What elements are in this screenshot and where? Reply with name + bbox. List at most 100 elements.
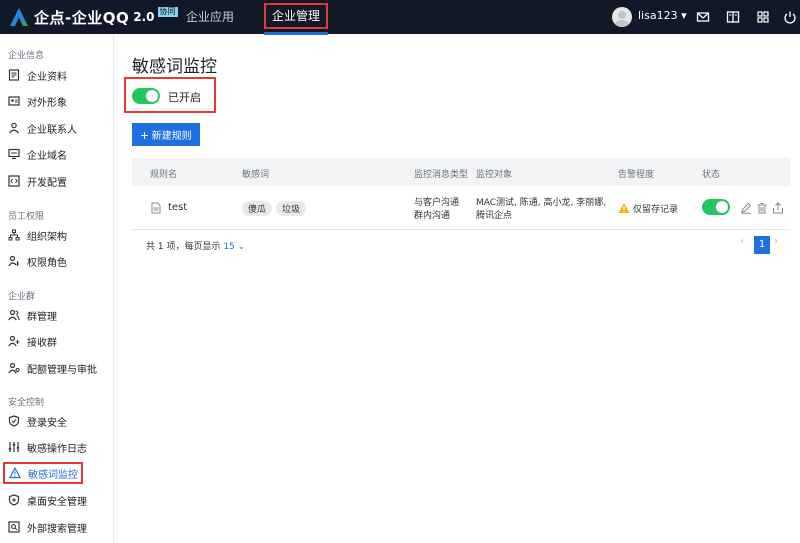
sidebar-item-public-image[interactable]: 对外形象	[4, 90, 110, 112]
plus-icon: +	[140, 126, 149, 143]
org-chart-icon	[8, 229, 20, 241]
user-avatar[interactable]	[612, 7, 632, 27]
column-header-alert-level: 告警程度	[618, 170, 655, 180]
monitor-toggle-switch[interactable]	[132, 88, 160, 104]
sensitive-word-tag: 垃圾	[276, 201, 307, 216]
search-box-icon	[8, 521, 20, 533]
chevron-down-icon: ⌄	[237, 242, 246, 252]
shield-plus-icon	[8, 494, 20, 506]
current-page-button[interactable]: 1	[754, 236, 770, 254]
app-brand-name: 企点-企业QQ	[34, 8, 130, 27]
sidebar-item-enterprise-contact[interactable]: 企业联系人	[4, 117, 110, 139]
rule-status-toggle[interactable]	[702, 199, 730, 215]
group-settings-icon	[8, 362, 20, 374]
sidebar-item-label: 开发配置	[27, 177, 67, 189]
page-size-select[interactable]: 15 ⌄	[223, 242, 245, 252]
export-icon[interactable]	[772, 202, 784, 214]
sidebar-item-label: 敏感词监控	[28, 469, 78, 481]
main-content: 敏感词监控 已开启 + 新建规则 规则名 敏感词 监控消息类型 监控对象 告警程…	[114, 34, 800, 543]
sidebar-group-title: 员工权限	[8, 212, 45, 222]
page-title: 敏感词监控	[132, 57, 217, 77]
power-icon[interactable]	[783, 10, 797, 24]
table-row[interactable]: test 傻瓜 垃圾 与客户沟通 群内沟通 MAC测试, 陈通, 高小龙, 李丽娜…	[132, 186, 790, 230]
sidebar-item-group-management[interactable]: 群管理	[4, 304, 110, 326]
next-page-icon[interactable]: ›	[774, 236, 778, 247]
monitor-target-line-1: MAC测试, 陈通, 高小龙, 李丽娜,	[476, 198, 607, 208]
top-nav: 企业应用 企业管理	[180, 0, 352, 35]
message-type-line-1: 与客户沟通	[414, 198, 460, 208]
warning-triangle-icon	[9, 467, 21, 479]
topnav-enterprise-management[interactable]: 企业管理	[264, 3, 329, 35]
sidebar-item-quota-approval[interactable]: 配额管理与审批	[4, 357, 110, 379]
column-header-monitor-target: 监控对象	[476, 170, 513, 180]
sidebar-item-label: 对外形象	[27, 97, 67, 109]
sidebar-item-receive-group[interactable]: 接收群	[4, 330, 110, 352]
topnav-enterprise-apps[interactable]: 企业应用	[180, 0, 240, 34]
new-rule-label: 新建规则	[151, 131, 192, 142]
previous-page-icon[interactable]: ‹	[740, 236, 744, 247]
sidebar-item-enterprise-domain[interactable]: 企业域名	[4, 143, 110, 165]
pagination-summary-text: 共 1 项，每页显示	[146, 242, 221, 252]
document-icon	[8, 69, 20, 81]
new-rule-button[interactable]: + 新建规则	[132, 123, 200, 146]
delete-icon[interactable]	[756, 202, 768, 214]
sidebar-item-label: 企业联系人	[27, 124, 77, 136]
column-header-message-type: 监控消息类型	[414, 170, 469, 180]
user-name-menu[interactable]: lisa123 ▾	[638, 9, 687, 22]
sidebar-item-external-search[interactable]: 外部搜索管理	[4, 516, 110, 538]
table-header: 规则名 敏感词 监控消息类型 监控对象 告警程度 状态	[132, 158, 790, 186]
monitor-icon	[8, 148, 20, 160]
column-header-status: 状态	[702, 170, 721, 180]
message-type-line-2: 群内沟通	[414, 211, 451, 221]
group-icon	[8, 309, 20, 321]
sidebar-group-title: 企业群	[8, 292, 36, 302]
rule-name[interactable]: test	[168, 202, 187, 213]
sidebar-item-org-structure[interactable]: 组织架构	[4, 224, 110, 246]
column-header-rule-name: 规则名	[150, 170, 178, 180]
sidebar-item-desktop-security[interactable]: 桌面安全管理	[4, 489, 110, 511]
file-icon	[151, 202, 161, 214]
sidebar-item-label: 群管理	[27, 311, 57, 323]
app-logo[interactable]: 企点-企业QQ 2.0 协同	[8, 6, 178, 28]
monitor-target-line-2: 腾讯企点	[476, 211, 513, 221]
sidebar-item-permission-roles[interactable]: 权限角色	[4, 250, 110, 272]
sidebar-item-label: 外部搜索管理	[27, 523, 87, 535]
user-key-icon	[8, 255, 19, 267]
sidebar-item-enterprise-profile[interactable]: 企业资料	[4, 64, 110, 86]
sidebar-item-dev-config[interactable]: 开发配置	[4, 170, 110, 192]
page-size-value: 15	[223, 242, 235, 252]
sidebar-item-label: 敏感操作日志	[27, 443, 87, 455]
pagination-summary: 共 1 项，每页显示 15 ⌄	[146, 239, 245, 252]
book-icon[interactable]	[726, 10, 740, 24]
sidebar-item-sensitive-word-monitor[interactable]: 敏感词监控	[3, 462, 83, 484]
sidebar-item-label: 组织架构	[27, 231, 67, 243]
sidebar-item-sensitive-operation-log[interactable]: 敏感操作日志	[4, 436, 110, 458]
sliders-icon	[8, 442, 20, 452]
sidebar-item-label: 企业域名	[27, 150, 67, 162]
sensitive-word-tag: 傻瓜	[242, 201, 273, 216]
sidebar: 企业信息 企业资料 对外形象 企业联系人 企业域名 开发配置 员工权限 组织架构…	[0, 34, 114, 543]
app-version: 2.0	[133, 10, 155, 24]
apps-grid-icon[interactable]	[756, 10, 770, 24]
mail-icon[interactable]	[696, 10, 710, 24]
sidebar-item-label: 登录安全	[27, 417, 67, 429]
edit-icon[interactable]	[740, 202, 752, 214]
sidebar-item-login-security[interactable]: 登录安全	[4, 410, 110, 432]
shield-check-icon	[8, 415, 20, 427]
sidebar-item-label: 接收群	[27, 337, 57, 349]
sidebar-group-title: 企业信息	[8, 51, 45, 61]
sidebar-item-label: 企业资料	[27, 71, 67, 83]
sensitive-word-tags: 傻瓜 垃圾	[242, 201, 310, 216]
group-add-icon	[8, 335, 20, 347]
column-header-sensitive-words: 敏感词	[242, 170, 270, 180]
person-icon	[9, 122, 19, 134]
id-card-icon	[8, 96, 20, 106]
monitor-toggle-area: 已开启	[124, 77, 216, 113]
sidebar-item-label: 桌面安全管理	[27, 496, 87, 508]
sidebar-item-label: 权限角色	[27, 257, 67, 269]
sidebar-item-label: 配额管理与审批	[27, 364, 97, 376]
sidebar-group-title: 安全控制	[8, 398, 45, 408]
app-badge: 协同	[157, 7, 178, 17]
top-navigation-bar: 企点-企业QQ 2.0 协同 企业应用 企业管理 lisa123 ▾	[0, 0, 800, 35]
monitor-toggle-label: 已开启	[168, 91, 201, 104]
